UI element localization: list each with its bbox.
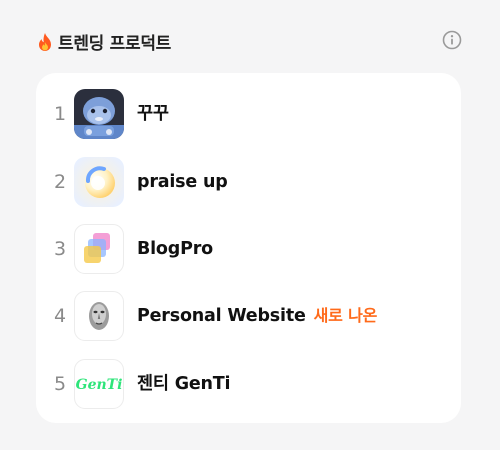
layered-squares-icon [74, 224, 124, 274]
product-item[interactable]: 5 GenTi 젠티 GenTi [36, 355, 461, 413]
rank-number: 5 [53, 373, 67, 395]
product-name: BlogPro [137, 239, 213, 259]
product-name: Personal Website 새로 나온 [137, 306, 378, 326]
product-item[interactable]: 3 BlogPro [36, 220, 461, 278]
rank-number: 1 [53, 103, 67, 125]
info-icon[interactable] [442, 30, 462, 50]
trending-header: 트렌딩 프로덕트 [36, 28, 464, 56]
product-item[interactable]: 2 praise up [36, 153, 461, 211]
product-item[interactable]: 4 Personal Website 새로 나온 [36, 287, 461, 345]
face-mask-icon [74, 291, 124, 341]
sphere-gradient-icon [74, 157, 124, 207]
genti-logo-text: GenTi [76, 377, 123, 393]
fire-icon [36, 32, 54, 52]
rank-number: 4 [53, 305, 67, 327]
product-item[interactable]: 1 꾸꾸 [36, 85, 461, 143]
rank-number: 2 [53, 171, 67, 193]
rank-number: 3 [53, 238, 67, 260]
trending-products-card: 1 꾸꾸 2 praise up 3 BlogPro 4 Personal We… [36, 73, 461, 423]
section-title: 트렌딩 프로덕트 [58, 34, 171, 54]
genti-logo: GenTi [74, 359, 124, 409]
product-name: 꾸꾸 [137, 104, 169, 124]
new-badge: 새로 나온 [313, 306, 378, 325]
product-name: 젠티 GenTi [137, 374, 231, 394]
product-name: praise up [137, 172, 228, 192]
blue-character-icon [74, 89, 124, 139]
